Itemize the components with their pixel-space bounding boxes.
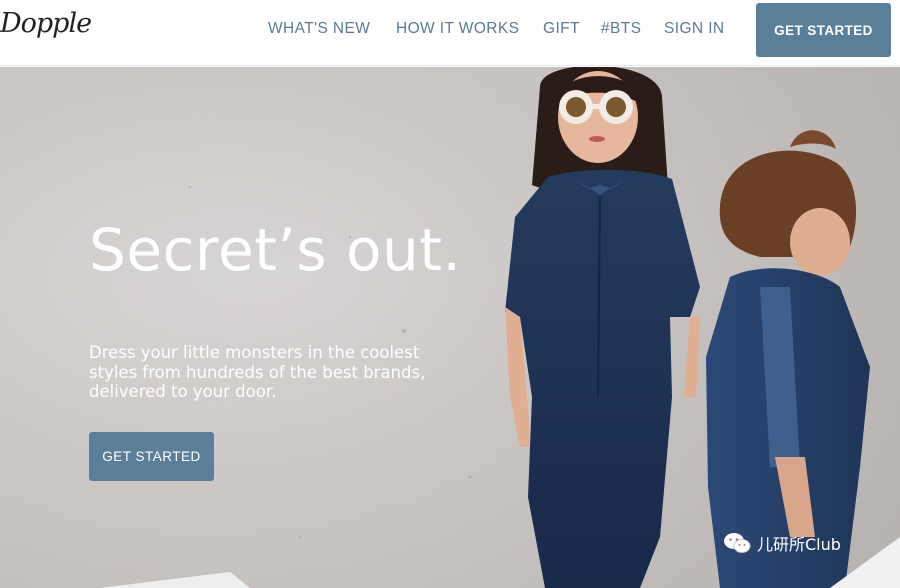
header-get-started-button[interactable]: GET STARTED bbox=[756, 3, 891, 57]
watermark: 儿研所Club bbox=[723, 531, 841, 555]
nav-link-whats-new[interactable]: WHAT'S NEW bbox=[268, 20, 370, 38]
wechat-icon bbox=[724, 533, 751, 553]
watermark-text: 儿研所Club bbox=[757, 535, 841, 554]
hero-subtext: Dress your little monsters in the cooles… bbox=[89, 343, 426, 401]
nav-link-how-it-works[interactable]: HOW IT WORKS bbox=[396, 20, 519, 38]
child-figure-right bbox=[706, 130, 870, 588]
nav-link-sign-in[interactable]: SIGN IN bbox=[664, 20, 725, 38]
nav-link-bts[interactable]: #BTS bbox=[601, 20, 641, 38]
nav-link-gift[interactable]: GIFT bbox=[543, 20, 580, 38]
hero-section: Secret’s out. Dress your little monsters… bbox=[0, 67, 900, 588]
hero-photo-kids-denim bbox=[0, 67, 900, 588]
logo-text: Dopple bbox=[0, 8, 92, 39]
hero-get-started-button[interactable]: GET STARTED bbox=[89, 432, 214, 481]
site-header: Dopple WHAT'S NEW HOW IT WORKS GIFT #BTS… bbox=[0, 0, 900, 66]
hero-headline: Secret’s out. bbox=[89, 216, 462, 284]
brand-logo[interactable]: Dopple bbox=[0, 0, 100, 66]
